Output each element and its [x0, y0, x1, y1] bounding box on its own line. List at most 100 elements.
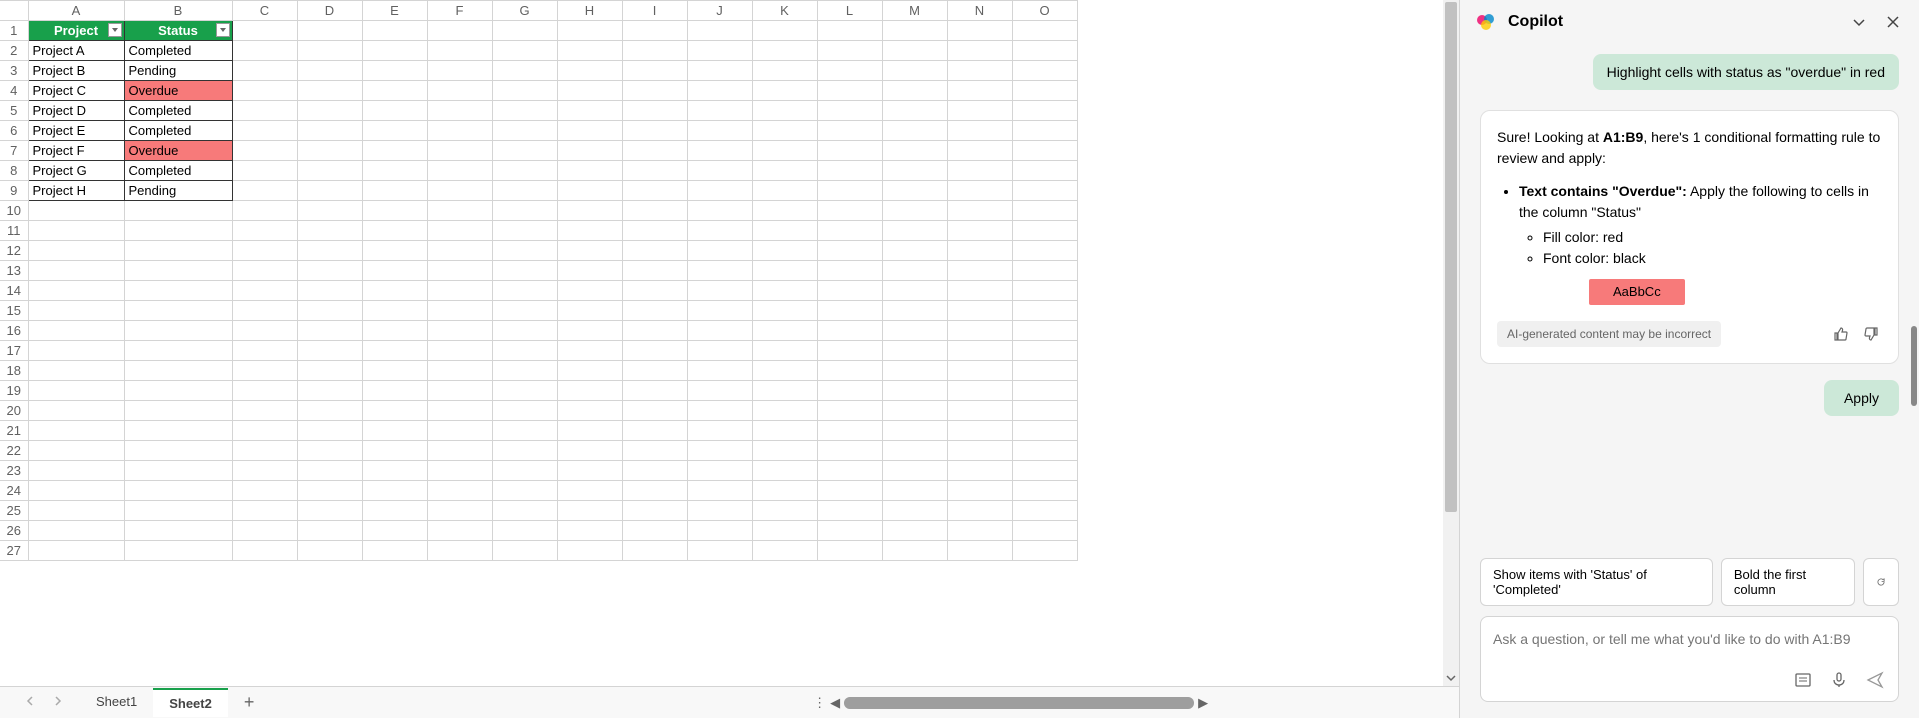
empty-cell[interactable]	[492, 301, 557, 321]
empty-cell[interactable]	[557, 261, 622, 281]
empty-cell[interactable]	[947, 121, 1012, 141]
empty-cell[interactable]	[752, 61, 817, 81]
scroll-down-arrow[interactable]	[1443, 670, 1459, 686]
empty-cell[interactable]	[557, 301, 622, 321]
empty-cell[interactable]	[492, 361, 557, 381]
apply-button[interactable]: Apply	[1824, 380, 1899, 416]
empty-cell[interactable]	[362, 161, 427, 181]
copilot-input[interactable]	[1493, 627, 1886, 651]
empty-cell[interactable]	[28, 241, 124, 261]
empty-cell[interactable]	[362, 221, 427, 241]
empty-cell[interactable]	[557, 521, 622, 541]
empty-cell[interactable]	[492, 261, 557, 281]
empty-cell[interactable]	[947, 161, 1012, 181]
empty-cell[interactable]	[124, 221, 232, 241]
empty-cell[interactable]	[947, 361, 1012, 381]
empty-cell[interactable]	[882, 521, 947, 541]
empty-cell[interactable]	[232, 301, 297, 321]
empty-cell[interactable]	[947, 541, 1012, 561]
empty-cell[interactable]	[427, 521, 492, 541]
empty-cell[interactable]	[28, 541, 124, 561]
empty-cell[interactable]	[28, 321, 124, 341]
empty-cell[interactable]	[124, 281, 232, 301]
empty-cell[interactable]	[362, 241, 427, 261]
empty-cell[interactable]	[362, 81, 427, 101]
empty-cell[interactable]	[817, 201, 882, 221]
empty-cell[interactable]	[622, 321, 687, 341]
empty-cell[interactable]	[492, 501, 557, 521]
row-header[interactable]: 23	[0, 461, 28, 481]
table-cell[interactable]: Project D	[28, 101, 124, 121]
row-header[interactable]: 3	[0, 61, 28, 81]
empty-cell[interactable]	[1012, 61, 1077, 81]
empty-cell[interactable]	[1012, 81, 1077, 101]
empty-cell[interactable]	[492, 321, 557, 341]
empty-cell[interactable]	[557, 141, 622, 161]
empty-cell[interactable]	[947, 421, 1012, 441]
hscroll-menu-icon[interactable]: ⋮	[813, 695, 826, 711]
empty-cell[interactable]	[817, 121, 882, 141]
empty-cell[interactable]	[947, 81, 1012, 101]
empty-cell[interactable]	[687, 441, 752, 461]
empty-cell[interactable]	[947, 501, 1012, 521]
empty-cell[interactable]	[622, 81, 687, 101]
empty-cell[interactable]	[687, 281, 752, 301]
empty-cell[interactable]	[1012, 401, 1077, 421]
empty-cell[interactable]	[882, 381, 947, 401]
empty-cell[interactable]	[232, 161, 297, 181]
empty-cell[interactable]	[427, 21, 492, 41]
empty-cell[interactable]	[427, 381, 492, 401]
empty-cell[interactable]	[557, 41, 622, 61]
empty-cell[interactable]	[1012, 461, 1077, 481]
empty-cell[interactable]	[947, 521, 1012, 541]
empty-cell[interactable]	[752, 521, 817, 541]
empty-cell[interactable]	[492, 61, 557, 81]
empty-cell[interactable]	[752, 201, 817, 221]
empty-cell[interactable]	[362, 401, 427, 421]
empty-cell[interactable]	[492, 341, 557, 361]
empty-cell[interactable]	[232, 201, 297, 221]
empty-cell[interactable]	[427, 321, 492, 341]
empty-cell[interactable]	[124, 461, 232, 481]
empty-cell[interactable]	[817, 541, 882, 561]
empty-cell[interactable]	[492, 161, 557, 181]
sheet-nav-prev-icon[interactable]	[24, 695, 36, 710]
horizontal-scrollbar-thumb[interactable]	[844, 697, 1194, 709]
empty-cell[interactable]	[752, 461, 817, 481]
empty-cell[interactable]	[1012, 201, 1077, 221]
refresh-suggestions-icon[interactable]	[1863, 558, 1899, 606]
empty-cell[interactable]	[622, 541, 687, 561]
empty-cell[interactable]	[492, 241, 557, 261]
empty-cell[interactable]	[28, 221, 124, 241]
empty-cell[interactable]	[817, 441, 882, 461]
empty-cell[interactable]	[492, 41, 557, 61]
empty-cell[interactable]	[882, 101, 947, 121]
row-header[interactable]: 10	[0, 201, 28, 221]
panel-scrollbar[interactable]	[1909, 46, 1917, 548]
row-header[interactable]: 26	[0, 521, 28, 541]
empty-cell[interactable]	[882, 301, 947, 321]
empty-cell[interactable]	[557, 381, 622, 401]
empty-cell[interactable]	[687, 301, 752, 321]
empty-cell[interactable]	[1012, 521, 1077, 541]
empty-cell[interactable]	[124, 421, 232, 441]
empty-cell[interactable]	[427, 281, 492, 301]
empty-cell[interactable]	[124, 441, 232, 461]
empty-cell[interactable]	[1012, 101, 1077, 121]
empty-cell[interactable]	[752, 261, 817, 281]
sheet-nav-next-icon[interactable]	[52, 695, 64, 710]
empty-cell[interactable]	[557, 401, 622, 421]
empty-cell[interactable]	[817, 281, 882, 301]
empty-cell[interactable]	[427, 221, 492, 241]
empty-cell[interactable]	[687, 101, 752, 121]
suggestion-chip[interactable]: Show items with 'Status' of 'Completed'	[1480, 558, 1713, 606]
empty-cell[interactable]	[947, 461, 1012, 481]
empty-cell[interactable]	[427, 301, 492, 321]
empty-cell[interactable]	[557, 321, 622, 341]
empty-cell[interactable]	[622, 401, 687, 421]
empty-cell[interactable]	[297, 281, 362, 301]
empty-cell[interactable]	[687, 41, 752, 61]
empty-cell[interactable]	[28, 201, 124, 221]
row-header[interactable]: 19	[0, 381, 28, 401]
empty-cell[interactable]	[752, 21, 817, 41]
